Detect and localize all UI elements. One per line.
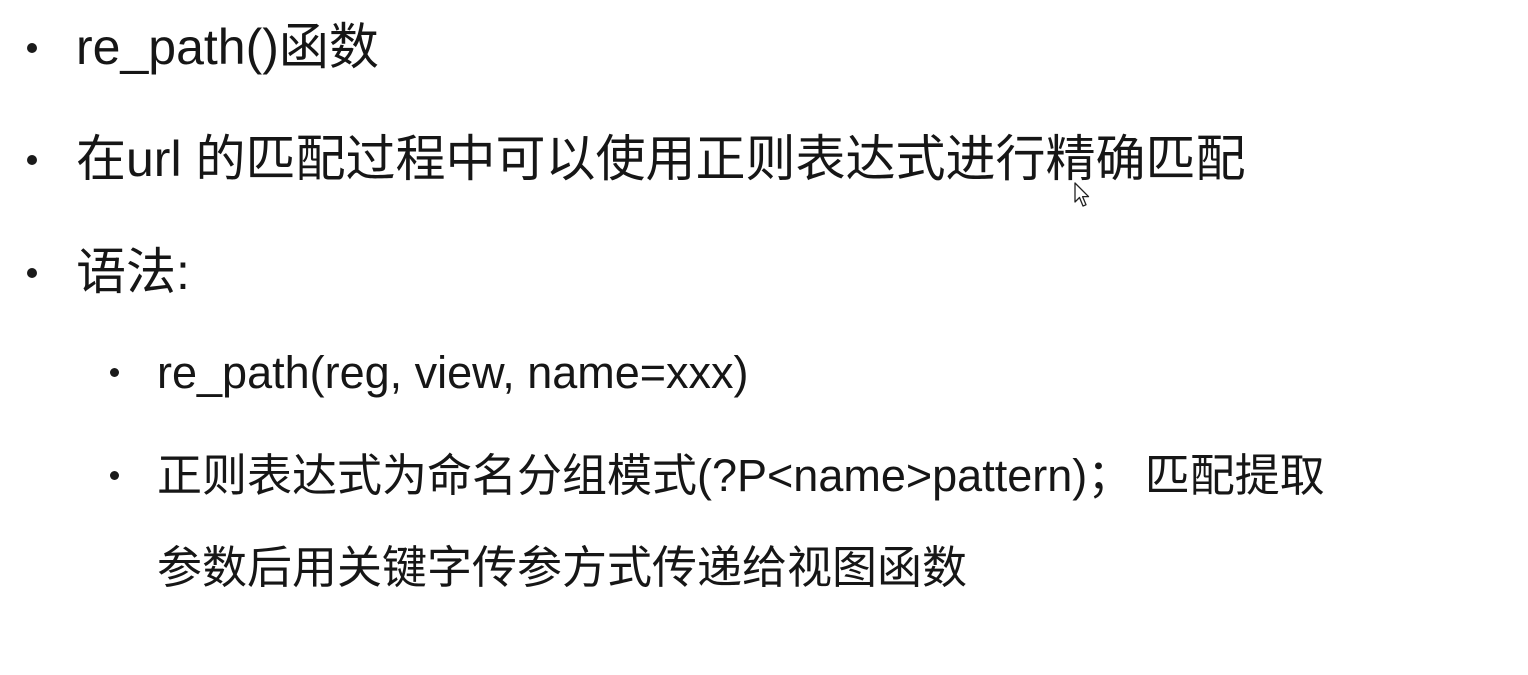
sub-bullet-text-line1: 正则表达式为命名分组模式(?P<name>pattern)； 匹配提取	[157, 450, 1325, 501]
slide: re_path()函数 在url 的匹配过程中可以使用正则表达式进行精确匹配 语…	[0, 0, 1528, 675]
bullet-dot	[110, 471, 119, 480]
bullet-dot	[110, 368, 119, 377]
bullet-dot	[27, 268, 37, 278]
bullet-text: 在url 的匹配过程中可以使用正则表达式进行精确匹配	[76, 131, 1246, 187]
sub-bullet-text-line2: 参数后用关键字传参方式传递给视图函数	[157, 542, 968, 593]
sub-bullet-text: re_path(reg, view, name=xxx)	[157, 347, 749, 398]
bullet-text: re_path()函数	[76, 19, 379, 75]
mouse-pointer-icon	[1074, 182, 1090, 207]
bullet-text: 语法:	[76, 244, 190, 300]
bullet-dot	[27, 43, 37, 53]
bullet-dot	[27, 155, 37, 165]
